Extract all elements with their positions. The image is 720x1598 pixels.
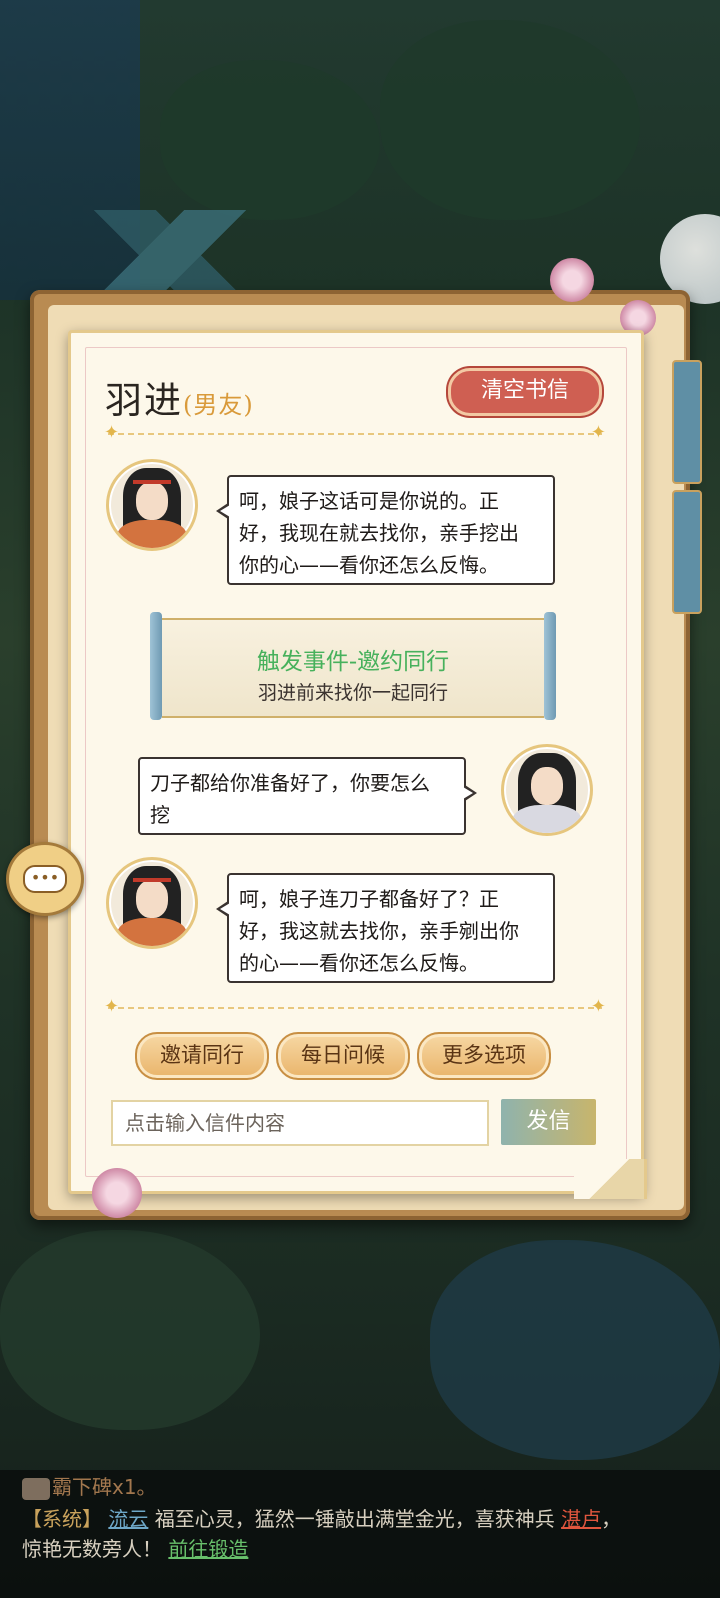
- event-scroll[interactable]: 触发事件-邀约同行 羽进前来找你一起同行: [150, 612, 556, 720]
- page-fold: [574, 1159, 647, 1199]
- message-line: 好，我现在就去找你，亲手挖出: [239, 521, 519, 545]
- message-bubble: 刀子都给你准备好了，你要怎么 挖: [138, 757, 477, 835]
- letter-title: 羽进(男友): [105, 370, 254, 424]
- message-line: 挖: [150, 803, 170, 827]
- sparkle-icon: ✦: [590, 422, 606, 443]
- message-bubble: 呵，娘子连刀子都备好了？正 好，我这就去找你，亲手剜出你 的心——看你还怎么反悔…: [216, 873, 555, 983]
- system-tag: 【系统】: [22, 1507, 102, 1531]
- contact-name: 羽进: [105, 379, 183, 422]
- log-text: 福至心灵，猛然一锤敲出满堂金光，喜获神兵: [154, 1507, 555, 1531]
- sparkle-icon: ✦: [590, 996, 606, 1017]
- contact-avatar[interactable]: [106, 459, 198, 551]
- background-tree: [380, 20, 640, 220]
- background-tree: [0, 1230, 260, 1430]
- chat-bubble-icon: •••: [23, 865, 67, 893]
- contact-avatar[interactable]: [106, 857, 198, 949]
- send-letter-button[interactable]: 发信: [501, 1099, 596, 1145]
- book-side-tab[interactable]: [672, 360, 702, 484]
- scroll-rod: [150, 612, 162, 720]
- more-options-button[interactable]: 更多选项: [417, 1032, 551, 1080]
- background-tree: [160, 60, 380, 220]
- log-punctuation: ，: [601, 1507, 622, 1531]
- message-line: 呵，娘子这话可是你说的。正: [239, 489, 499, 513]
- log-line: 【系统】 流云 福至心灵，猛然一锤敲出满堂金光，喜获神兵 湛卢，: [22, 1504, 621, 1534]
- clear-letters-button[interactable]: 清空书信: [448, 368, 602, 416]
- player-avatar[interactable]: [501, 744, 593, 836]
- daily-greeting-button[interactable]: 每日问候: [276, 1032, 410, 1080]
- divider: ✦ ✦: [104, 998, 606, 1016]
- message-line: 的心——看你还怎么反悔。: [239, 951, 479, 975]
- log-line: 霸下碑x1。: [22, 1472, 157, 1502]
- log-reward: 霸下碑x1。: [52, 1475, 157, 1499]
- invite-together-button[interactable]: 邀请同行: [135, 1032, 269, 1080]
- go-forge-link[interactable]: 前往锻造: [168, 1537, 248, 1561]
- chat-float-button[interactable]: •••: [6, 842, 84, 916]
- scroll-rod: [544, 612, 556, 720]
- message-line: 呵，娘子连刀子都备好了？正: [239, 887, 499, 911]
- system-message-log: 霸下碑x1。 【系统】 流云 福至心灵，猛然一锤敲出满堂金光，喜获神兵 湛卢， …: [0, 1470, 720, 1598]
- flower-ornament: [92, 1168, 142, 1218]
- flower-ornament: [550, 258, 594, 302]
- letter-input[interactable]: 点击输入信件内容: [111, 1100, 489, 1146]
- log-text: 惊艳无数旁人！: [22, 1537, 162, 1561]
- item-name-link[interactable]: 湛卢: [561, 1507, 601, 1531]
- log-line: 惊艳无数旁人！ 前往锻造: [22, 1534, 248, 1564]
- event-title: 触发事件-邀约同行: [256, 649, 450, 675]
- message-line: 刀子都给你准备好了，你要怎么: [150, 771, 430, 795]
- event-description: 羽进前来找你一起同行: [257, 682, 448, 704]
- sparkle-icon: ✦: [104, 422, 120, 443]
- message-line: 好，我这就去找你，亲手剜出你: [239, 919, 519, 943]
- background-tree: [430, 1240, 720, 1460]
- player-name-link[interactable]: 流云: [108, 1507, 148, 1531]
- book-side-tab[interactable]: [672, 490, 702, 614]
- message-bubble: 呵，娘子这话可是你说的。正 好，我现在就去找你，亲手挖出 你的心——看你还怎么反…: [216, 475, 555, 585]
- mountain-ornament: [60, 210, 280, 300]
- sparkle-icon: ✦: [104, 996, 120, 1017]
- message-line: 你的心——看你还怎么反悔。: [239, 553, 499, 577]
- contact-relation: (男友): [183, 391, 254, 419]
- item-icon: [22, 1477, 50, 1500]
- divider: ✦ ✦: [104, 424, 606, 442]
- scroll-paper: 触发事件-邀约同行 羽进前来找你一起同行: [162, 618, 544, 718]
